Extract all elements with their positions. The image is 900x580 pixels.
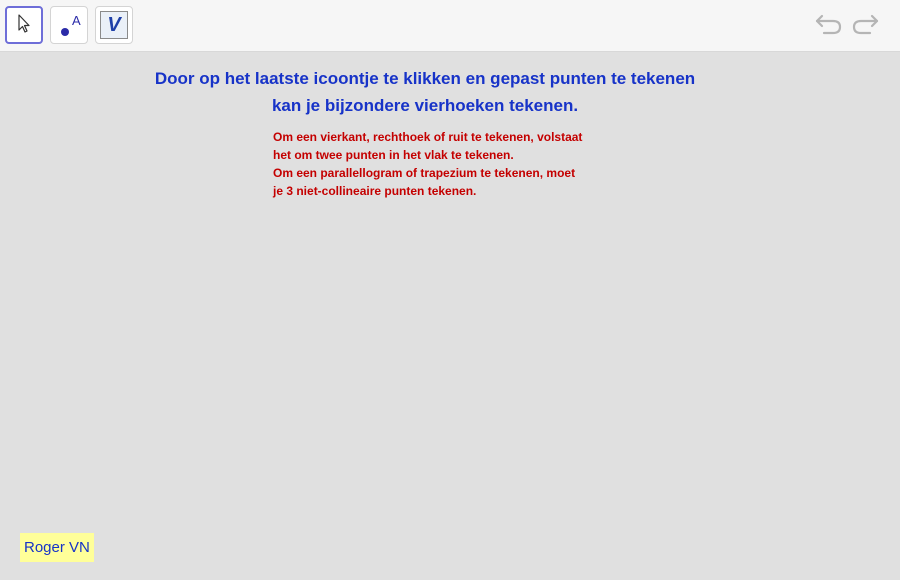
title-line: Door op het laatste icoontje te klikken … — [154, 69, 696, 88]
move-tool-button[interactable] — [5, 6, 43, 44]
point-tool-button[interactable]: A — [50, 6, 88, 44]
author-label[interactable]: Roger VN — [20, 533, 94, 562]
redo-button[interactable] — [850, 12, 880, 40]
note-line: het om twee punten in het vlak te tekene… — [273, 148, 514, 162]
arrow-cursor-icon — [15, 13, 33, 38]
undo-icon — [814, 12, 844, 41]
note-line: je 3 niet-collineaire punten tekenen. — [273, 184, 477, 198]
instruction-title: Door op het laatste icoontje te klikken … — [150, 65, 700, 119]
title-line: kan je bijzondere vierhoeken tekenen. — [271, 96, 579, 115]
instruction-note: Om een vierkant, rechthoek of ruit te te… — [273, 128, 583, 200]
undo-button[interactable] — [814, 12, 844, 40]
custom-tool-button[interactable]: V — [95, 6, 133, 44]
custom-tool-label: V — [107, 13, 121, 36]
toolbar: A V — [0, 0, 900, 52]
point-label: A — [72, 13, 81, 28]
custom-v-icon: V — [100, 11, 128, 39]
redo-icon — [850, 12, 880, 41]
note-line: Om een parallellogram of trapezium te te… — [273, 166, 576, 180]
note-line: Om een vierkant, rechthoek of ruit te te… — [273, 130, 583, 144]
point-icon: A — [54, 10, 84, 40]
